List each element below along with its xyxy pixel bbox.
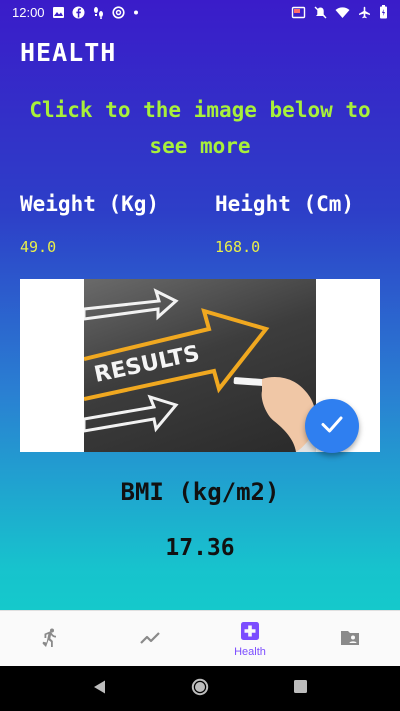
nav-item-profile[interactable]	[300, 611, 400, 667]
nav-item-activity[interactable]	[0, 611, 100, 667]
status-bar: 12:00	[0, 0, 400, 24]
results-image-text: RESULTS	[92, 341, 202, 388]
weight-label: Weight (Kg)	[20, 192, 160, 216]
nav-item-trends[interactable]	[100, 611, 200, 667]
nav-label-health: Health	[234, 645, 266, 658]
airplane-icon	[358, 6, 371, 19]
page-title: HEALTH	[20, 38, 117, 67]
mute-icon	[314, 6, 327, 19]
bottom-navigation: Health	[0, 610, 400, 667]
cast-icon	[291, 6, 306, 19]
weight-value: 49.0	[20, 238, 57, 256]
wifi-icon	[335, 6, 350, 19]
steps-icon	[92, 6, 105, 19]
trending-icon	[139, 627, 161, 652]
home-icon[interactable]	[191, 678, 209, 700]
image-icon	[52, 6, 65, 19]
recents-icon[interactable]	[293, 679, 308, 698]
nav-item-health[interactable]: Health	[200, 611, 300, 667]
bmi-label: BMI (kg/m2)	[120, 478, 280, 506]
height-value: 168.0	[215, 238, 261, 256]
back-icon[interactable]	[92, 679, 108, 699]
medical-plus-icon	[240, 621, 260, 644]
image-hint-text: Click to the image below to see more	[29, 98, 371, 158]
results-arrows-illustration: RESULTS	[84, 288, 316, 452]
height-label: Height (Cm)	[215, 192, 355, 216]
status-time: 12:00	[12, 4, 45, 20]
confirm-fab-button[interactable]	[305, 399, 359, 453]
results-photo: RESULTS	[84, 279, 316, 452]
facebook-icon	[72, 6, 85, 19]
at-sign-icon	[111, 5, 125, 19]
health-screen: 12:00 HEALTH Click to the image below to…	[0, 0, 400, 711]
check-icon	[319, 411, 345, 441]
battery-icon	[379, 5, 388, 19]
bmi-value: 17.36	[165, 535, 235, 561]
contact-folder-icon	[339, 627, 361, 652]
dot-icon	[132, 6, 140, 19]
system-navigation-bar	[0, 666, 400, 711]
run-icon	[39, 627, 61, 652]
